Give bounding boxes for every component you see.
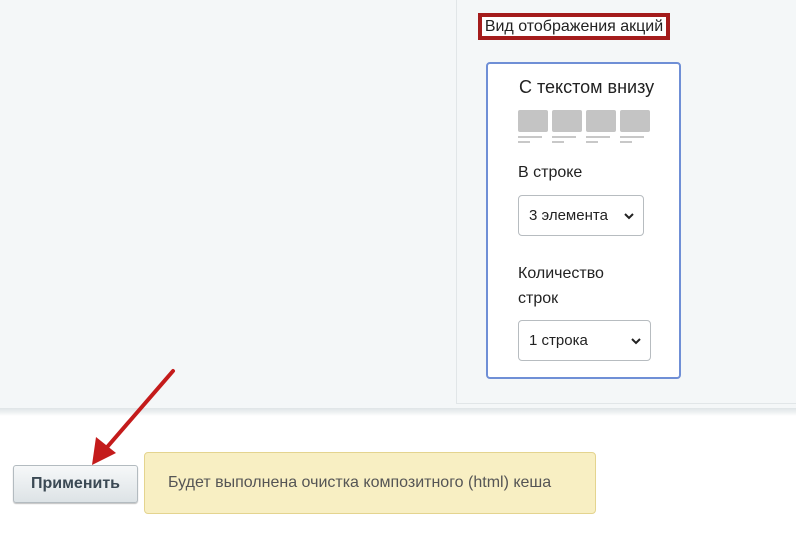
panel-heading: С текстом внизу bbox=[519, 77, 655, 97]
chevron-down-icon bbox=[631, 337, 641, 344]
column-divider bbox=[456, 0, 457, 404]
apply-button[interactable]: Применить bbox=[13, 465, 138, 503]
cache-notice-text: Будет выполнена очистка композитного (ht… bbox=[168, 474, 552, 491]
chevron-down-icon bbox=[624, 212, 634, 219]
display-settings-panel[interactable]: С текстом внизу В строке 3 элемента Коли… bbox=[486, 62, 681, 379]
items-per-row-value: 3 элемента bbox=[529, 207, 608, 224]
row-count-value: 1 строка bbox=[529, 332, 588, 349]
items-per-row-label: В строке bbox=[518, 164, 583, 181]
preview-tile bbox=[552, 110, 582, 143]
red-arrow-annotation bbox=[92, 369, 175, 465]
items-per-row-select[interactable]: 3 элемента bbox=[518, 195, 644, 236]
cache-notice: Будет выполнена очистка композитного (ht… bbox=[144, 452, 596, 514]
preview-tile bbox=[620, 110, 650, 143]
preview-tile bbox=[518, 110, 548, 143]
preview-tile bbox=[586, 110, 616, 143]
row-count-select[interactable]: 1 строка bbox=[518, 320, 651, 361]
section-title: Вид отображения акций bbox=[478, 13, 670, 40]
row-count-label: Количество строк bbox=[518, 265, 604, 307]
layout-preview-icon bbox=[518, 110, 650, 143]
column-bottom-border bbox=[457, 403, 796, 404]
